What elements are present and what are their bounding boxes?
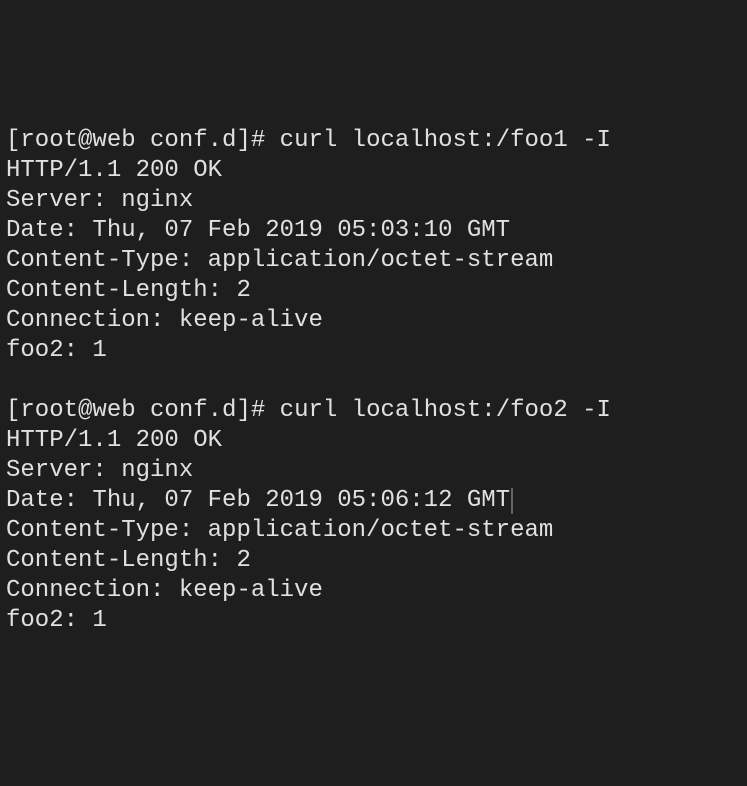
space: [265, 127, 279, 154]
response-line: Date: Thu, 07 Feb 2019 05:06:12 GMT: [6, 486, 741, 516]
response-line: HTTP/1.1 200 OK: [6, 156, 741, 186]
text-cursor-icon: [511, 488, 513, 514]
response-text: Date: Thu, 07 Feb 2019 05:06:12 GMT: [6, 487, 510, 514]
prompt-symbol: #: [251, 397, 265, 424]
prompt-line-2[interactable]: [root@web conf.d]# curl localhost:/foo2 …: [6, 396, 741, 426]
user-host: root@web: [20, 397, 135, 424]
response-line: Date: Thu, 07 Feb 2019 05:03:10 GMT: [6, 216, 741, 246]
space: [265, 397, 279, 424]
prompt-symbol: #: [251, 127, 265, 154]
command-text: curl localhost:/foo2 -I: [280, 397, 611, 424]
command-text: curl localhost:/foo1 -I: [280, 127, 611, 154]
response-line: Server: nginx: [6, 186, 741, 216]
response-line: foo2: 1: [6, 336, 741, 366]
cwd: conf.d: [150, 397, 236, 424]
response-line: Content-Type: application/octet-stream: [6, 516, 741, 546]
prompt-line-1[interactable]: [root@web conf.d]# curl localhost:/foo1 …: [6, 126, 741, 156]
space: [136, 397, 150, 424]
bracket-open: [: [6, 397, 20, 424]
cwd: conf.d: [150, 127, 236, 154]
response-line: HTTP/1.1 200 OK: [6, 426, 741, 456]
terminal-output[interactable]: [root@web conf.d]# curl localhost:/foo1 …: [6, 126, 741, 636]
response-line: Content-Type: application/octet-stream: [6, 246, 741, 276]
response-line: foo2: 1: [6, 606, 741, 636]
blank-line: [6, 366, 741, 396]
user-host: root@web: [20, 127, 135, 154]
response-line: Server: nginx: [6, 456, 741, 486]
space: [136, 127, 150, 154]
response-line: Content-Length: 2: [6, 276, 741, 306]
response-line: Connection: keep-alive: [6, 306, 741, 336]
bracket-close: ]: [236, 127, 250, 154]
bracket-open: [: [6, 127, 20, 154]
response-line: Content-Length: 2: [6, 546, 741, 576]
response-line: Connection: keep-alive: [6, 576, 741, 606]
bracket-close: ]: [236, 397, 250, 424]
